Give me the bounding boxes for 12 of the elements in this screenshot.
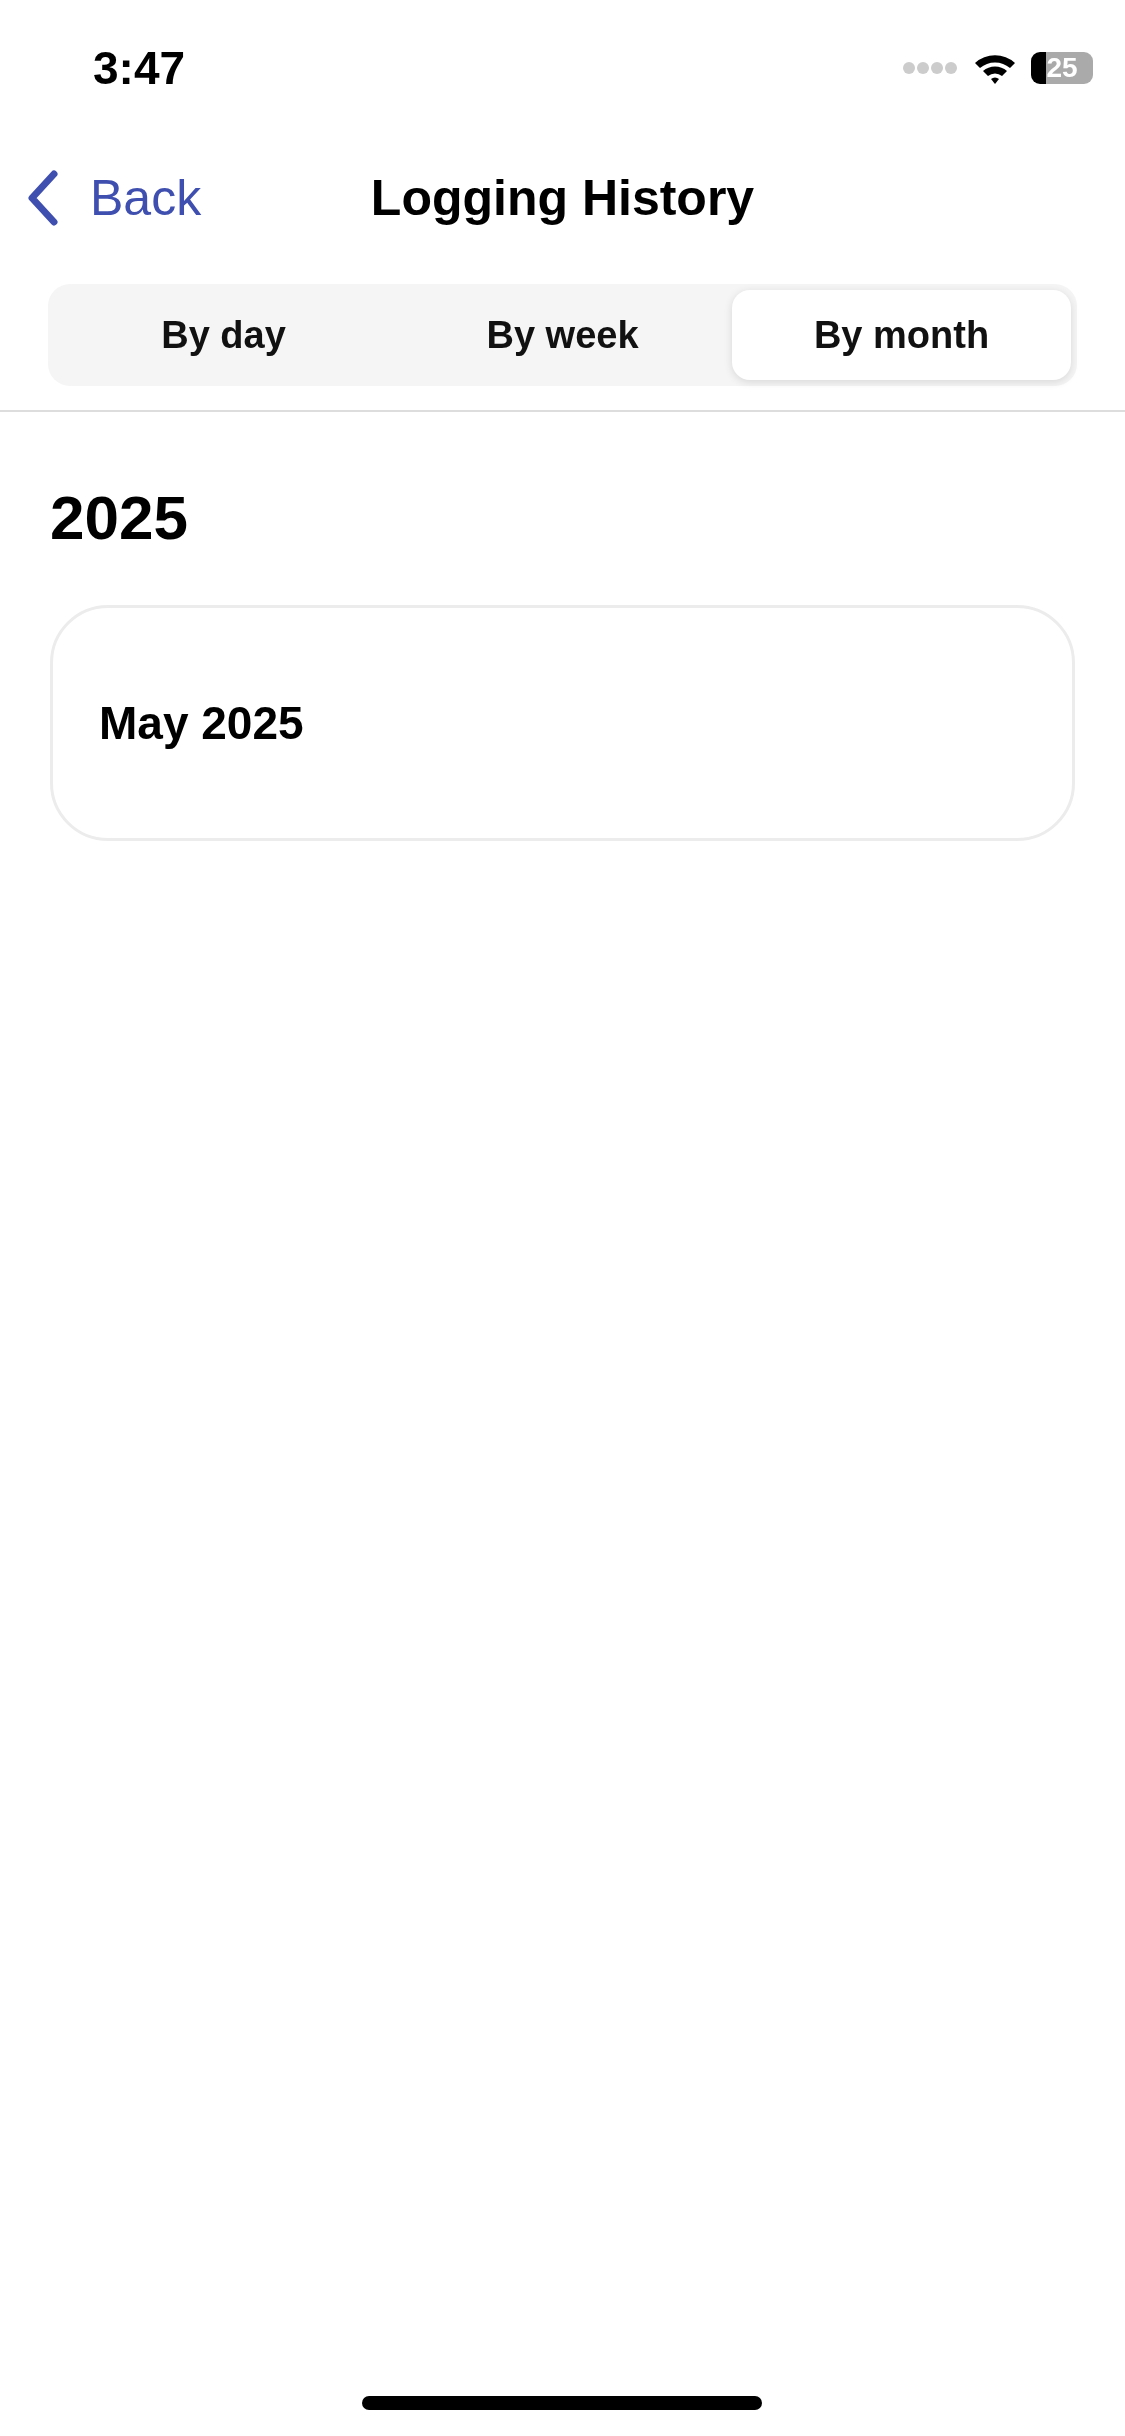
tab[interactable]: By day [54, 290, 393, 380]
month-label: May 2025 [99, 696, 304, 750]
page-title: Logging History [370, 169, 755, 227]
back-button[interactable]: Back [0, 169, 202, 227]
chevron-icon [26, 170, 60, 226]
battery-icon: 25 [1031, 52, 1093, 84]
signal-icon [903, 61, 959, 75]
tab[interactable]: By week [393, 290, 732, 380]
status-time: 3:47 [93, 41, 186, 95]
tab[interactable]: By month [732, 290, 1071, 380]
year-heading: 2025 [50, 482, 189, 553]
month-card[interactable]: May 2025 [50, 605, 1075, 841]
